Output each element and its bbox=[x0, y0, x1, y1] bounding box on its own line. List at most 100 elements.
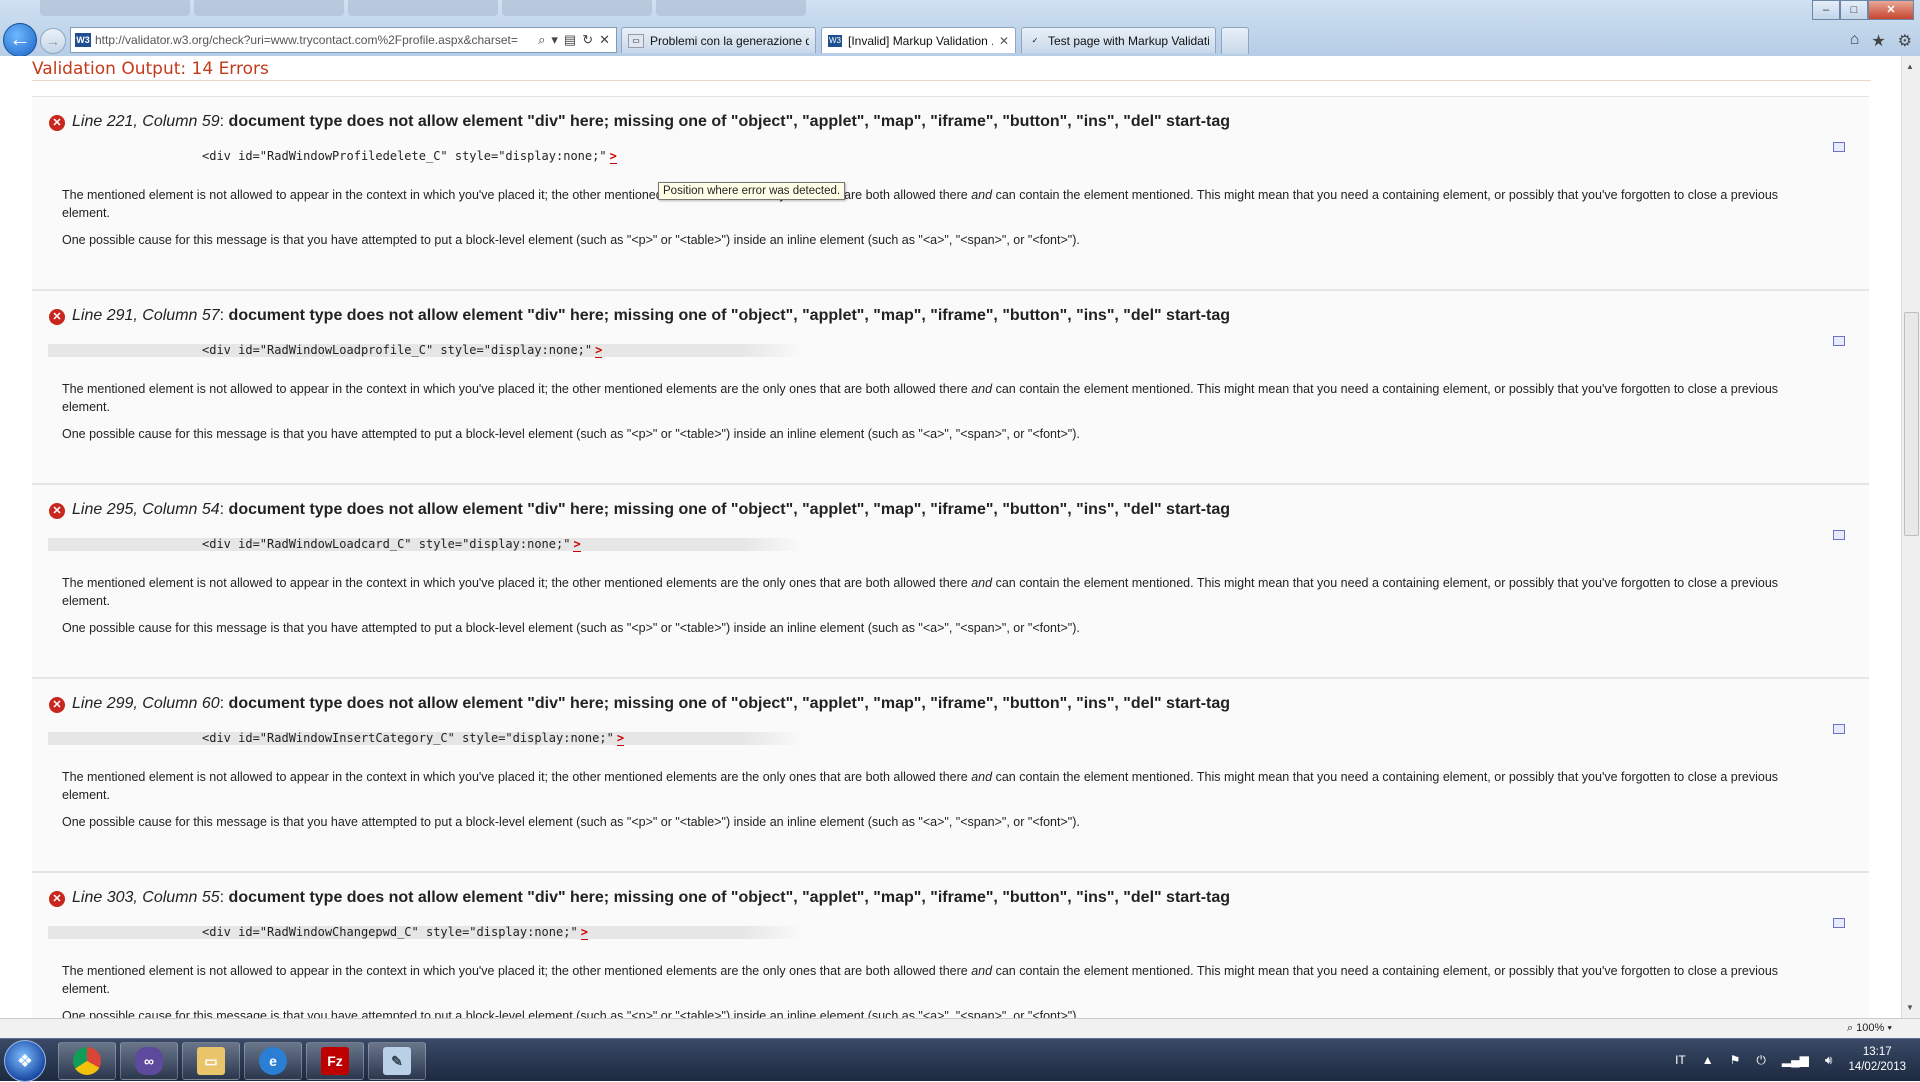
taskbar-notepad[interactable]: ✎ bbox=[368, 1042, 426, 1080]
w3c-favicon-icon: W3 bbox=[828, 34, 842, 47]
browser-toolbar-icons: ⌂ ★ ⚙ bbox=[1850, 31, 1912, 51]
tab-markup-validation[interactable]: W3 [Invalid] Markup Validation ... ✕ bbox=[821, 27, 1016, 53]
code-snippet: <div id="RadWindowProfiledelete_C" style… bbox=[202, 149, 607, 163]
background-tab bbox=[40, 0, 190, 16]
error-position-marker[interactable]: > bbox=[609, 149, 617, 164]
show-hidden-icons-icon[interactable]: ▲ bbox=[1702, 1053, 1714, 1067]
tooltip: Position where error was detected. bbox=[658, 182, 846, 200]
address-bar[interactable]: W3 http://validator.w3.org/check?uri=www… bbox=[70, 27, 617, 53]
language-indicator[interactable]: IT bbox=[1675, 1053, 1686, 1067]
mail-icon[interactable] bbox=[1833, 336, 1845, 346]
error-location: Line 291, Column 57 bbox=[72, 307, 220, 324]
close-tab-icon[interactable]: ✕ bbox=[999, 34, 1009, 48]
address-url[interactable]: http://validator.w3.org/check?uri=www.tr… bbox=[95, 33, 538, 47]
scroll-down-icon[interactable]: ▼ bbox=[1906, 1003, 1914, 1012]
browser-chrome: ‒ □ ✕ ← → W3 http://validator.w3.org/che… bbox=[0, 0, 1920, 57]
mail-icon[interactable] bbox=[1833, 142, 1845, 152]
explanation-text: The mentioned element is not allowed to … bbox=[62, 964, 968, 978]
gear-icon[interactable]: ⚙ bbox=[1898, 31, 1912, 51]
action-center-flag-icon[interactable]: ⚑ bbox=[1730, 1053, 1741, 1067]
windows-taskbar: ❖ ∞ ▭ e Fz ✎ IT ▲ ⚑ ⏻ ▂▄▆ 🔊︎ 13:17 14/02… bbox=[0, 1038, 1920, 1082]
explanation-text: The mentioned element is not allowed to … bbox=[62, 382, 968, 396]
explanation-emphasis: and bbox=[971, 382, 993, 396]
error-explanation: The mentioned element is not allowed to … bbox=[62, 186, 1817, 222]
scrollbar-thumb[interactable] bbox=[1904, 312, 1919, 536]
compatibility-view-icon[interactable]: ▤ bbox=[564, 32, 576, 48]
zoom-icon: ⌕ bbox=[1846, 1022, 1854, 1034]
mail-icon[interactable] bbox=[1833, 724, 1845, 734]
dropdown-icon[interactable]: ▾ bbox=[551, 32, 558, 48]
clock-date: 14/02/2013 bbox=[1848, 1061, 1906, 1073]
page-title: Validation Output: 14 Errors bbox=[32, 59, 269, 79]
taskbar-internet-explorer[interactable]: e bbox=[244, 1042, 302, 1080]
mail-icon[interactable] bbox=[1833, 530, 1845, 540]
back-arrow-icon[interactable]: ← bbox=[3, 23, 37, 57]
error-entry: ✕ Line 221, Column 59: document type doe… bbox=[32, 96, 1869, 290]
error-cause: One possible cause for this message is t… bbox=[62, 621, 1080, 635]
notepad-icon: ✎ bbox=[383, 1047, 411, 1075]
error-location: Line 221, Column 59 bbox=[72, 113, 220, 130]
maximize-button[interactable]: □ bbox=[1840, 0, 1868, 20]
error-message: document type does not allow element "di… bbox=[228, 501, 1231, 518]
page-icon: ✓ bbox=[1031, 35, 1039, 45]
error-entry: ✕ Line 299, Column 60: document type doe… bbox=[32, 678, 1869, 872]
refresh-icon[interactable]: ↻ bbox=[582, 32, 593, 48]
error-position-marker[interactable]: > bbox=[580, 925, 588, 940]
code-snippet: <div id="RadWindowChangepwd_C" style="di… bbox=[202, 925, 578, 939]
taskbar-explorer[interactable]: ▭ bbox=[182, 1042, 240, 1080]
status-bar: ⌕ 100% ▾ bbox=[0, 1018, 1920, 1039]
minimize-button[interactable]: ‒ bbox=[1812, 0, 1840, 20]
system-tray: IT ▲ ⚑ ⏻ ▂▄▆ 🔊︎ 13:17 14/02/2013 bbox=[1675, 1039, 1906, 1081]
home-icon[interactable]: ⌂ bbox=[1850, 31, 1860, 51]
close-window-button[interactable]: ✕ bbox=[1868, 0, 1914, 20]
explorer-folder-icon: ▭ bbox=[197, 1047, 225, 1075]
new-tab-button[interactable] bbox=[1221, 27, 1249, 54]
error-cause: One possible cause for this message is t… bbox=[62, 1009, 1080, 1018]
error-source-code: <div id="RadWindowLoadcard_C" style="dis… bbox=[48, 537, 802, 552]
filezilla-icon: Fz bbox=[321, 1047, 349, 1075]
forward-arrow-icon[interactable]: → bbox=[40, 28, 66, 54]
error-position-marker[interactable]: > bbox=[616, 731, 625, 746]
code-snippet: <div id="RadWindowInsertCategory_C" styl… bbox=[202, 731, 614, 745]
tab-label: Test page with Markup Validati... bbox=[1048, 33, 1209, 48]
error-cause: One possible cause for this message is t… bbox=[62, 233, 1080, 247]
error-explanation: The mentioned element is not allowed to … bbox=[62, 574, 1817, 610]
title-divider bbox=[32, 80, 1871, 81]
search-icon[interactable]: ⌕ bbox=[538, 32, 545, 48]
power-icon[interactable]: ⏻ bbox=[1756, 1053, 1766, 1068]
error-heading: Line 295, Column 54: document type does … bbox=[72, 501, 1231, 518]
error-heading: Line 221, Column 59: document type does … bbox=[72, 113, 1231, 130]
zoom-level[interactable]: ⌕ 100% ▾ bbox=[1847, 1022, 1892, 1035]
taskbar-filezilla[interactable]: Fz bbox=[306, 1042, 364, 1080]
error-icon: ✕ bbox=[49, 309, 65, 325]
system-clock[interactable]: 13:17 14/02/2013 bbox=[1848, 1045, 1906, 1075]
address-tools: ⌕ ▾ ▤ ↻ ✕ bbox=[538, 32, 616, 48]
scroll-up-icon[interactable]: ▲ bbox=[1906, 62, 1914, 71]
error-location: Line 295, Column 54 bbox=[72, 501, 220, 518]
explanation-emphasis: and bbox=[971, 964, 993, 978]
error-position-marker[interactable]: > bbox=[595, 343, 603, 358]
vertical-scrollbar[interactable]: ▲ ▼ bbox=[1901, 56, 1920, 1018]
error-cause: One possible cause for this message is t… bbox=[62, 815, 1080, 829]
mail-icon[interactable] bbox=[1833, 918, 1845, 928]
star-icon[interactable]: ★ bbox=[1871, 31, 1885, 51]
error-icon: ✕ bbox=[49, 115, 65, 131]
background-tab bbox=[348, 0, 498, 16]
w3c-favicon-icon: W3 bbox=[75, 33, 91, 47]
error-message: document type does not allow element "di… bbox=[228, 695, 1231, 712]
start-button[interactable]: ❖ bbox=[4, 1040, 46, 1082]
stop-icon[interactable]: ✕ bbox=[599, 32, 610, 48]
tab-problemi[interactable]: ▭ Problemi con la generazione d... bbox=[621, 27, 816, 53]
tab-test-page[interactable]: ✓ Test page with Markup Validati... bbox=[1021, 27, 1216, 53]
volume-icon[interactable]: 🔊︎ bbox=[1825, 1053, 1833, 1068]
explanation-emphasis: and bbox=[971, 770, 993, 784]
window-controls: ‒ □ ✕ bbox=[1812, 0, 1914, 20]
background-tab bbox=[194, 0, 344, 16]
taskbar-visual-studio[interactable]: ∞ bbox=[120, 1042, 178, 1080]
error-position-marker[interactable]: > bbox=[573, 537, 581, 552]
background-window-tabs bbox=[40, 0, 1640, 18]
taskbar-chrome[interactable] bbox=[58, 1042, 116, 1080]
error-entry: ✕ Line 303, Column 55: document type doe… bbox=[32, 872, 1869, 1018]
error-icon: ✕ bbox=[49, 697, 65, 713]
network-signal-icon[interactable]: ▂▄▆ bbox=[1782, 1053, 1809, 1067]
